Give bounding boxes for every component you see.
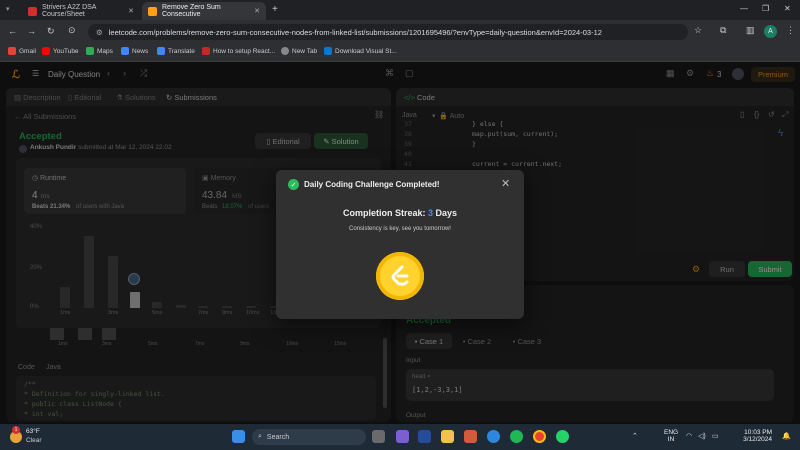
close-tab-icon[interactable]: ✕ (128, 7, 134, 15)
file-explorer-icon[interactable] (441, 430, 454, 443)
weather-desc[interactable]: Clear (26, 437, 42, 444)
close-window-icon[interactable]: ✕ (784, 4, 791, 13)
strivers-favicon-icon (28, 6, 37, 16)
reload-icon[interactable]: ↻ (47, 26, 55, 37)
teams-icon[interactable] (396, 430, 409, 443)
leetcode-coin-icon (391, 265, 409, 286)
bookmark-youtube[interactable]: YouTube (42, 47, 79, 55)
task-view-icon[interactable] (372, 430, 385, 443)
windows-taskbar: 1 63°F Clear ⌕ Search ⌃ ENG IN ◠ ◁) ▭ 10… (0, 424, 800, 450)
vscode-icon (324, 47, 332, 55)
close-tab-icon[interactable]: ✕ (254, 7, 260, 15)
check-circle-icon: ✓ (288, 179, 299, 190)
volume-icon[interactable]: ◁) (698, 432, 706, 440)
weather-temp[interactable]: 63°F (26, 428, 40, 435)
tab-search-icon[interactable]: ▾ (6, 5, 10, 13)
translate-icon (157, 47, 165, 55)
battery-icon[interactable]: ▭ (712, 432, 719, 440)
url-input[interactable]: ⚙ leetcode.com/problems/remove-zero-sum-… (88, 24, 688, 40)
bookmark-gmail[interactable]: Gmail (8, 47, 36, 55)
forward-arrow-icon[interactable]: → (27, 26, 36, 36)
modal-title: Daily Coding Challenge Completed! (304, 180, 440, 189)
site-settings-icon[interactable]: ⚙ (96, 28, 103, 37)
bookmark-new-tab[interactable]: New Tab (281, 47, 317, 55)
notifications-bell-icon[interactable]: 🔔 (782, 432, 791, 440)
browser-menu-icon[interactable]: ⋮ (786, 25, 795, 36)
show-hidden-icons[interactable]: ⌃ (632, 432, 638, 440)
news-icon (121, 47, 129, 55)
maps-icon (86, 47, 94, 55)
youtube-icon (42, 47, 50, 55)
browser-tab-strivers[interactable]: Strivers A2Z DSA Course/Sheet ✕ (22, 2, 140, 20)
modal-message: Consistency is key, see you tomorrow! (349, 226, 451, 232)
profile-avatar[interactable]: A (764, 25, 777, 38)
bookmark-news[interactable]: News (121, 47, 148, 55)
bookmark-star-icon[interactable]: ☆ (694, 25, 702, 36)
react-bookmark-icon (202, 47, 210, 55)
bookmark-vscode[interactable]: Download Visual St... (324, 47, 397, 55)
back-arrow-icon[interactable]: ← (8, 26, 17, 36)
streak-coin-badge (376, 252, 424, 300)
spotify-icon[interactable] (510, 430, 523, 443)
bookmark-maps[interactable]: Maps (86, 47, 113, 55)
globe-icon (281, 47, 289, 55)
maximize-icon[interactable]: ❐ (762, 4, 769, 13)
browser-tab-bar: ▾ Strivers A2Z DSA Course/Sheet ✕ Remove… (0, 0, 800, 20)
close-modal-icon[interactable]: ✕ (501, 177, 510, 190)
leetcode-favicon-icon (148, 6, 157, 16)
taskbar-search[interactable]: ⌕ Search (252, 429, 366, 445)
clock[interactable]: 10:03 PM 3/12/2024 (728, 429, 772, 443)
info-icon[interactable]: ⊙ (68, 25, 76, 36)
extensions-icon[interactable]: ⧉ (720, 25, 726, 36)
new-tab-icon[interactable]: + (272, 4, 278, 15)
streak-line: Completion Streak: 3 Days (342, 208, 458, 218)
address-bar-row: ← → ↻ ⊙ ⚙ leetcode.com/problems/remove-z… (0, 20, 800, 44)
windows-start-icon[interactable] (232, 430, 245, 443)
bookmark-translate[interactable]: Translate (157, 47, 195, 55)
browser-tab-leetcode[interactable]: Remove Zero Sum Consecutive ✕ (142, 2, 266, 20)
bookmark-react[interactable]: How to setup React... (202, 47, 275, 55)
sidepanel-icon[interactable]: ▥ (746, 25, 755, 36)
store-icon[interactable] (464, 430, 477, 443)
notepad-icon[interactable] (418, 430, 431, 443)
wifi-icon[interactable]: ◠ (686, 432, 692, 440)
whatsapp-icon[interactable] (556, 430, 569, 443)
gmail-icon (8, 47, 16, 55)
bookmarks-bar: Gmail YouTube Maps News Translate How to… (0, 44, 800, 62)
chrome-icon[interactable] (533, 430, 546, 443)
language-indicator[interactable]: ENG IN (664, 429, 678, 443)
weather-badge: 1 (12, 426, 20, 434)
edge-icon[interactable] (487, 430, 500, 443)
search-icon: ⌕ (258, 433, 262, 440)
minimize-icon[interactable]: — (740, 4, 748, 13)
completion-modal: ✓ Daily Coding Challenge Completed! ✕ Co… (276, 170, 524, 319)
